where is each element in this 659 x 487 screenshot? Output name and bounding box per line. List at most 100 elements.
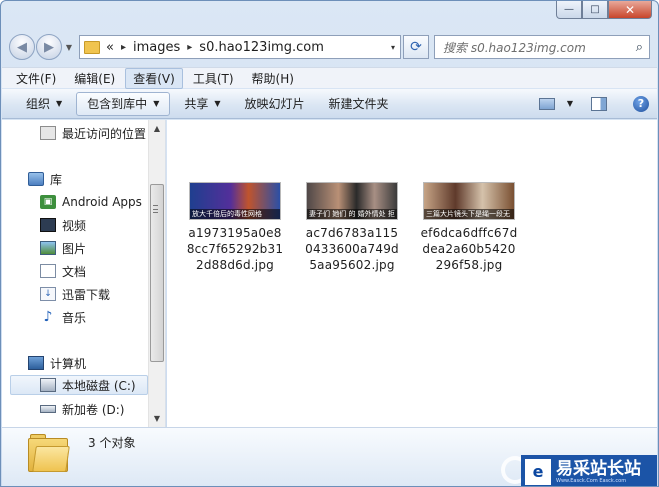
refresh-icon: ⟳ [410, 39, 422, 55]
dropdown-arrow-icon: ▼ [214, 99, 221, 108]
close-button[interactable]: ✕ [608, 1, 652, 19]
file-item[interactable]: 妻子们 她们 的 婚外情处 拒 绝 ac7d6783a1150433600a74… [302, 182, 402, 273]
nav-item-recent[interactable]: 最近访问的位置 [40, 123, 146, 143]
menu-help[interactable]: 帮助(H) [244, 68, 302, 89]
organize-label: 组织 [26, 97, 51, 111]
nav-item-label: 最近访问的位置 [62, 126, 147, 141]
file-name: ef6dca6dffc67ddea2a60b5420296f58.jpg [420, 226, 518, 272]
nav-item-music[interactable]: ♪ 音乐 [40, 307, 86, 327]
address-overflow-button[interactable]: « [106, 40, 114, 55]
menu-file[interactable]: 文件(F) [8, 68, 64, 89]
new-folder-button[interactable]: 新建文件夹 [319, 92, 399, 116]
watermark-logo-icon: e [525, 458, 551, 485]
music-note-icon: ♪ [43, 309, 53, 325]
local-disk-icon [40, 378, 56, 392]
recent-places-icon [40, 126, 56, 140]
address-dropdown[interactable]: ▾ [386, 43, 400, 52]
folder-icon [84, 40, 100, 54]
image-thumbnail[interactable]: 放大千倍后的毒性网格 [189, 182, 281, 220]
back-button[interactable]: ◀ [9, 34, 35, 60]
nav-item-label: 迅雷下载 [62, 287, 111, 302]
nav-item-label: 文档 [62, 264, 87, 279]
file-list: 放大千倍后的毒性网格 a1973195a0e88cc7f65292b312d88… [167, 120, 657, 427]
nav-item-new-volume-d[interactable]: 新加卷 (D:) [40, 399, 124, 419]
file-item[interactable]: 放大千倍后的毒性网格 a1973195a0e88cc7f65292b312d88… [185, 182, 285, 273]
share-label: 共享 [184, 97, 209, 111]
file-item[interactable]: 三篇大片镜头下是绳一段无 ef6dca6dffc67ddea2a60b54202… [419, 182, 519, 273]
command-bar: 组织 ▼ 包含到库中 ▼ 共享 ▼ 放映幻灯片 新建文件夹 ▼ ? [2, 89, 657, 119]
menu-bar: 文件(F) 编辑(E) 查看(V) 工具(T) 帮助(H) [2, 67, 657, 89]
include-in-library-button[interactable]: 包含到库中 ▼ [76, 91, 171, 116]
caption-buttons: — □ ✕ [556, 1, 652, 19]
nav-item-videos[interactable]: 视频 [40, 215, 86, 235]
nav-item-documents[interactable]: 文档 [40, 261, 86, 281]
watermark-brand: 易采站长站 [556, 458, 641, 479]
nav-item-local-disk-c[interactable]: 本地磁盘 (C:) [10, 375, 148, 395]
slideshow-label: 放映幻灯片 [244, 97, 305, 111]
thumbnail-caption: 三篇大片镜头下是绳一段无 [424, 209, 514, 219]
thumbnail-caption: 妻子们 她们 的 婚外情处 拒 绝 [307, 209, 397, 219]
nav-item-label: Android Apps [62, 195, 142, 209]
help-icon[interactable]: ? [633, 95, 649, 112]
view-options-dropdown[interactable]: ▼ [567, 99, 573, 108]
item-count: 3 个对象 [88, 436, 136, 450]
address-bar[interactable]: « ▸ images ▸ s0.hao123img.com ▾ [79, 35, 401, 59]
nav-item-label: 图片 [62, 241, 87, 256]
scroll-grip-icon [153, 205, 158, 213]
library-icon [28, 172, 44, 186]
organize-button[interactable]: 组织 ▼ [16, 92, 72, 116]
menu-edit[interactable]: 编辑(E) [66, 68, 123, 89]
menu-view[interactable]: 查看(V) [125, 67, 183, 89]
nav-scrollbar[interactable]: ▲ ▼ [148, 120, 165, 427]
download-library-icon: ↓ [40, 287, 56, 301]
nav-item-android-apps[interactable]: ▣ Android Apps [40, 192, 142, 212]
nav-item-pictures[interactable]: 图片 [40, 238, 86, 258]
search-placeholder: 搜索 s0.hao123img.com [443, 40, 586, 55]
nav-item-library[interactable]: 库 [28, 169, 62, 189]
watermark: e 易采站长站 Www.Easck.Com Easck.com [521, 455, 657, 486]
nav-item-label: 计算机 [50, 356, 87, 371]
address-row: ◀ ▶ ▼ « ▸ images ▸ s0.hao123img.com ▾ ⟳ … [9, 34, 650, 60]
change-view-icon[interactable] [538, 97, 555, 110]
include-library-label: 包含到库中 [87, 97, 148, 111]
search-icon[interactable]: ⌕ [636, 40, 643, 55]
navigation-pane: 最近访问的位置 库 ▣ Android Apps 视频 图片 文档 ↓ 迅雷下载… [2, 120, 166, 427]
scroll-down-button[interactable]: ▼ [149, 410, 165, 427]
preview-pane-icon[interactable] [591, 96, 607, 111]
refresh-button[interactable]: ⟳ [403, 35, 429, 59]
crumb-separator-icon[interactable]: ▸ [121, 42, 126, 53]
crumb-separator-icon[interactable]: ▸ [187, 42, 192, 53]
view-controls: ▼ ? [538, 95, 649, 112]
android-icon: ▣ [40, 195, 56, 209]
image-thumbnail[interactable]: 三篇大片镜头下是绳一段无 [423, 182, 515, 220]
slideshow-button[interactable]: 放映幻灯片 [235, 92, 315, 116]
image-thumbnail[interactable]: 妻子们 她们 的 婚外情处 拒 绝 [306, 182, 398, 220]
back-arrow-icon: ◀ [17, 39, 27, 55]
recent-pages-dropdown[interactable]: ▼ [63, 43, 75, 52]
maximize-button[interactable]: □ [582, 1, 608, 19]
thumbnail-caption: 放大千倍后的毒性网格 [190, 209, 280, 219]
nav-item-thunder-downloads[interactable]: ↓ 迅雷下载 [40, 284, 110, 304]
dropdown-arrow-icon: ▼ [56, 99, 63, 108]
crumb-images[interactable]: images [133, 40, 180, 55]
scroll-up-button[interactable]: ▲ [149, 120, 165, 137]
search-input[interactable]: 搜索 s0.hao123img.com ⌕ [434, 35, 650, 59]
nav-item-computer[interactable]: 计算机 [28, 353, 86, 373]
minimize-button[interactable]: — [556, 1, 582, 19]
nav-item-label: 视频 [62, 218, 87, 233]
document-library-icon [40, 264, 56, 278]
video-library-icon [40, 218, 56, 232]
share-button[interactable]: 共享 ▼ [174, 92, 230, 116]
nav-item-label: 库 [50, 172, 63, 187]
dropdown-arrow-icon: ▼ [153, 99, 160, 108]
menu-tools[interactable]: 工具(T) [185, 68, 242, 89]
picture-library-icon [40, 241, 56, 255]
computer-icon [28, 356, 44, 370]
file-name: a1973195a0e88cc7f65292b312d88d6d.jpg [186, 226, 284, 272]
nav-item-label: 新加卷 (D:) [62, 402, 125, 417]
drive-icon [40, 405, 56, 413]
nav-item-label: 音乐 [62, 310, 87, 325]
forward-button[interactable]: ▶ [36, 34, 62, 60]
crumb-current-folder[interactable]: s0.hao123img.com [199, 40, 324, 55]
nav-item-label: 本地磁盘 (C:) [62, 378, 136, 393]
